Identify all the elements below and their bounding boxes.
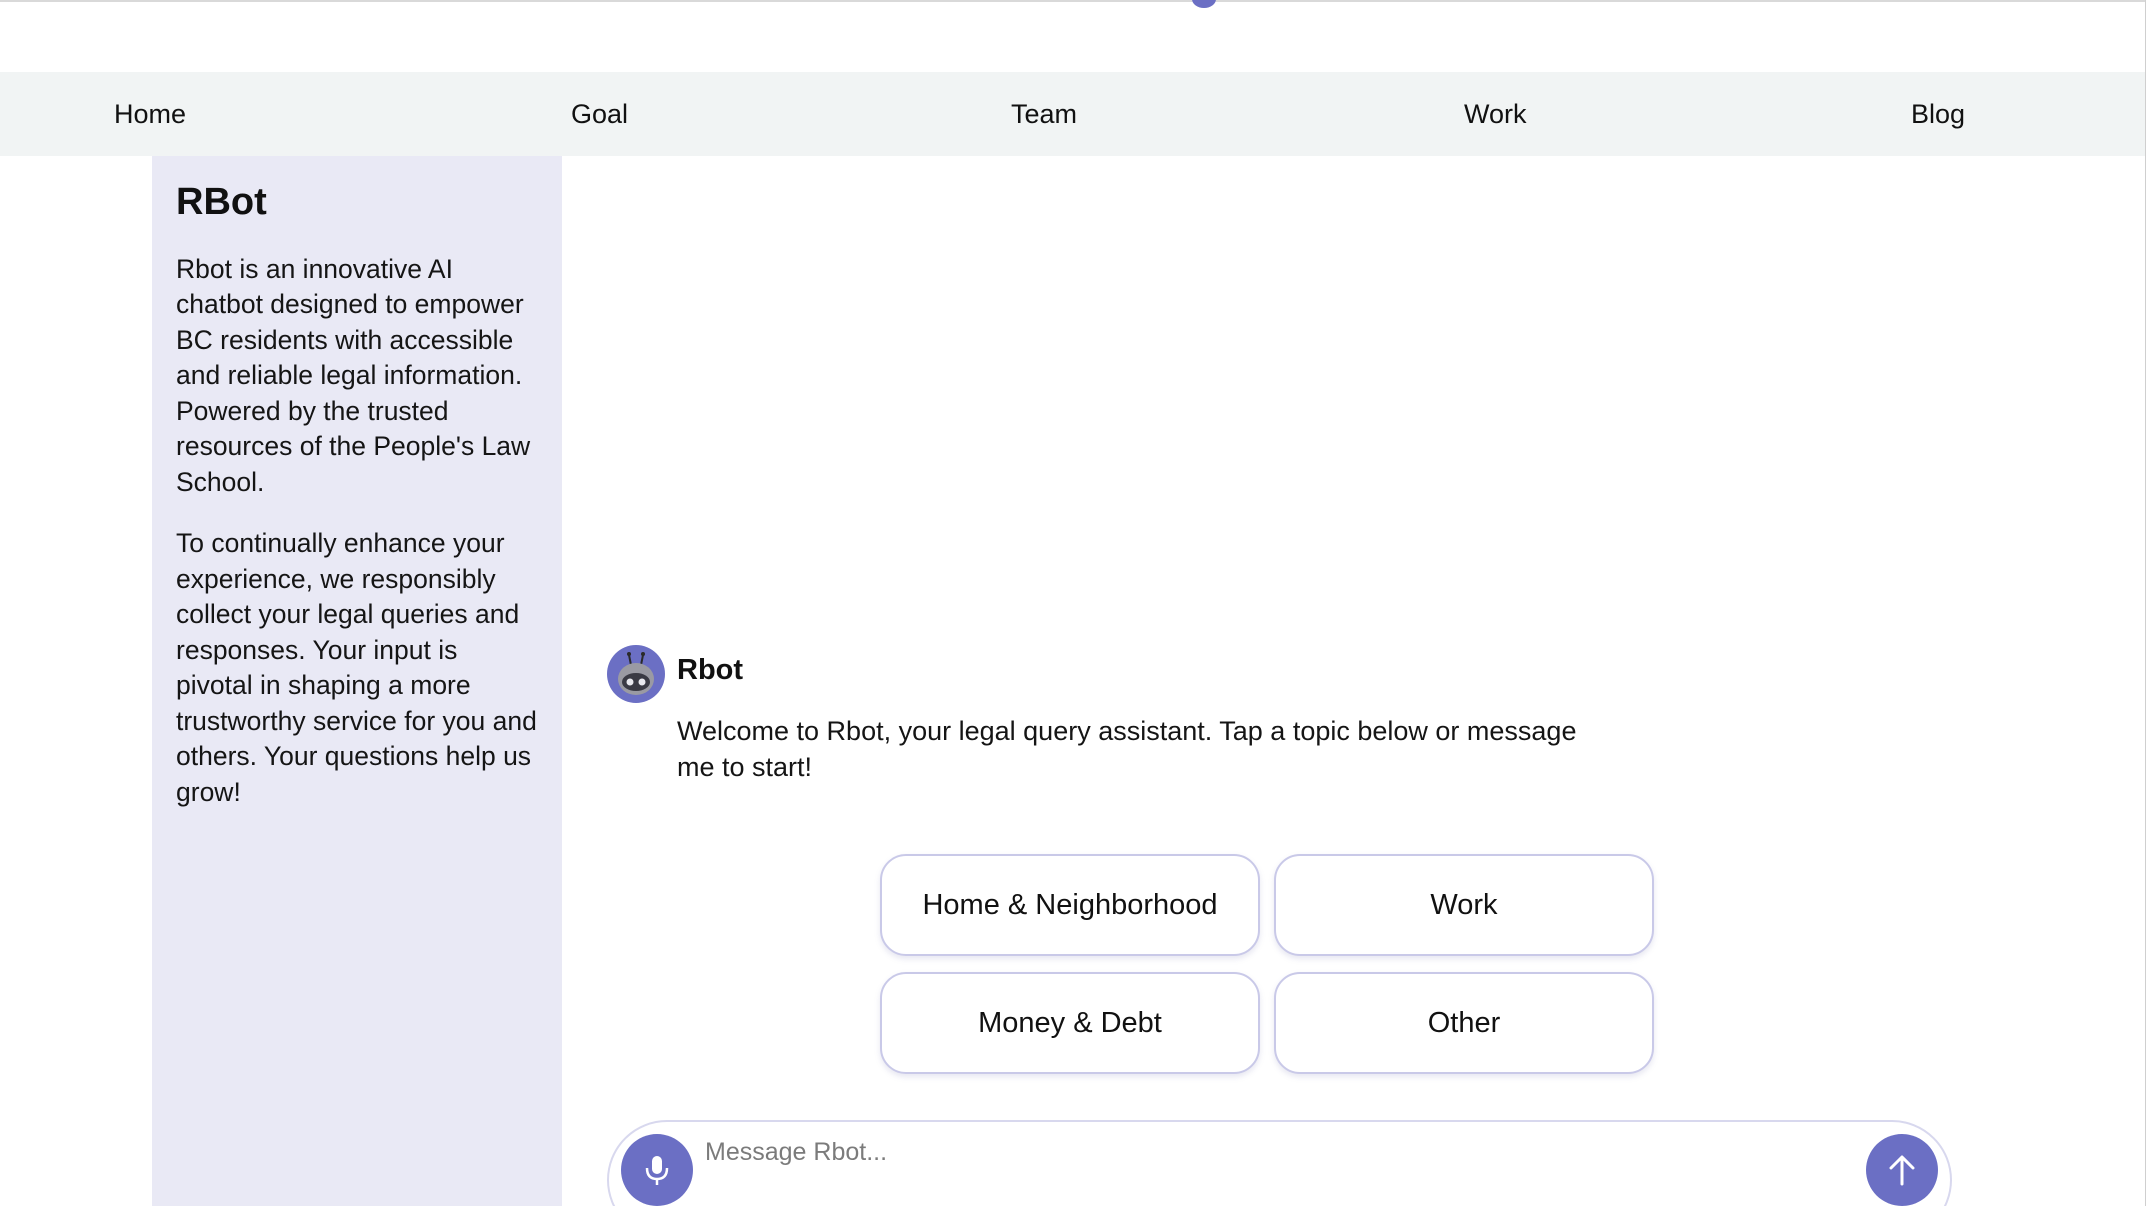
nav-item-team[interactable]: Team [1011,72,1077,156]
message-composer [607,1120,1952,1206]
info-sidebar: RBot Rbot is an innovative AI chatbot de… [152,156,562,1206]
nav-item-goal[interactable]: Goal [571,72,628,156]
nav-item-home[interactable]: Home [114,72,186,156]
send-button[interactable] [1866,1134,1938,1206]
topic-button-home-neighborhood[interactable]: Home & Neighborhood [880,854,1260,956]
sidebar-title: RBot [176,181,267,223]
bot-name: Rbot [677,654,744,686]
microphone-button[interactable] [621,1134,693,1206]
main-navbar: Home Goal Team Work Blog [0,72,2146,156]
arrow-up-icon [1889,1155,1915,1186]
topic-button-money-debt[interactable]: Money & Debt [880,972,1260,1074]
microphone-icon [645,1156,669,1185]
robot-icon [607,645,665,703]
message-input[interactable] [705,1138,1845,1206]
top-header-strip [0,0,2146,72]
sidebar-intro-text: Rbot is an innovative AI chatbot designe… [176,253,531,497]
nav-item-work[interactable]: Work [1464,72,1527,156]
sidebar-privacy-text: To continually enhance your experience, … [176,528,537,807]
bot-welcome-message: Welcome to Rbot, your legal query assist… [677,716,1577,782]
topic-button-work[interactable]: Work [1274,854,1654,956]
nav-item-blog[interactable]: Blog [1911,72,1965,156]
chat-area: Rbot Welcome to Rbot, your legal query a… [562,156,2146,1206]
topic-button-other[interactable]: Other [1274,972,1654,1074]
header-logo-fragment [1192,0,1216,8]
app-window: Home Goal Team Work Blog RBot Rbot is an… [0,0,2146,1206]
